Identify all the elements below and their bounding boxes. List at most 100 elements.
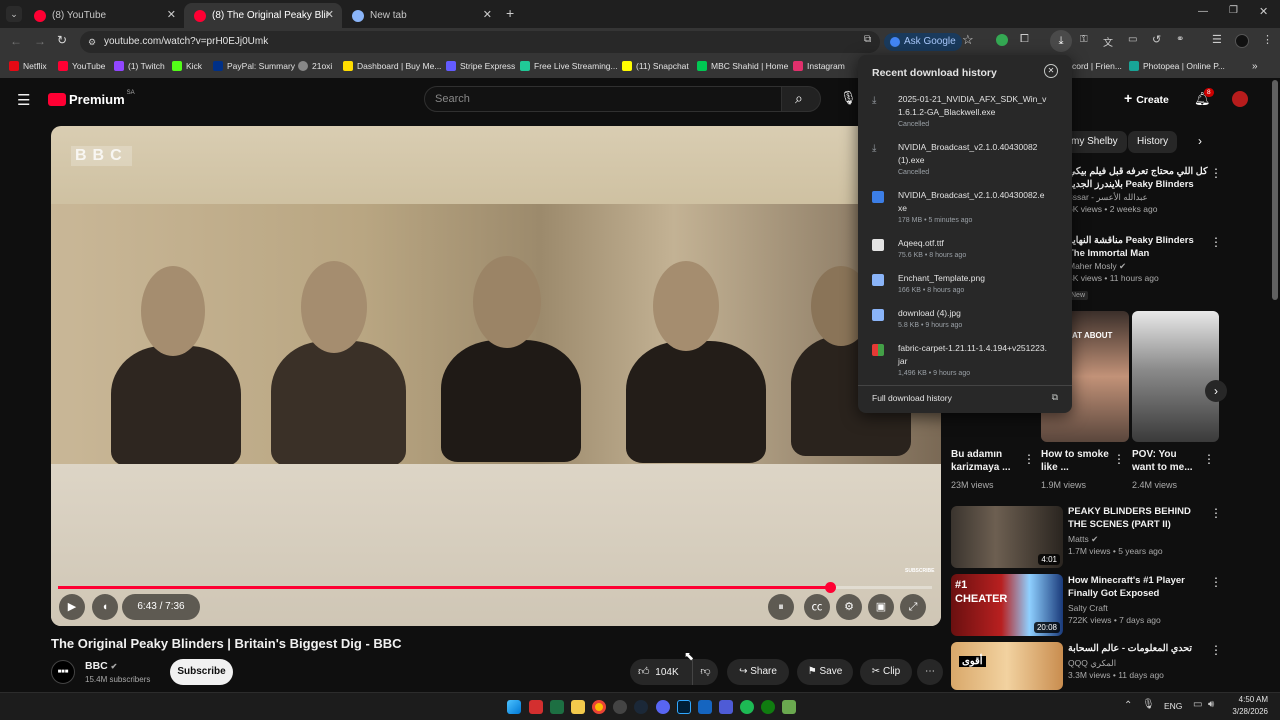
bookmark-streaming[interactable]: Free Live Streaming... xyxy=(520,61,618,71)
miniplayer-button[interactable]: ▣ xyxy=(868,594,894,620)
more-options-icon[interactable]: ⋮ xyxy=(1210,575,1222,589)
app-icon[interactable] xyxy=(698,700,712,714)
clock[interactable]: 4:50 AM 3/28/2026 xyxy=(1226,694,1268,718)
list-item[interactable]: PEAKY BLINDERS BEHIND THE SCENES (PART I… xyxy=(1068,505,1208,557)
tab-search-button[interactable]: ⌄ xyxy=(6,6,22,22)
xbox-icon[interactable] xyxy=(761,700,775,714)
page-scrollbar[interactable] xyxy=(1272,80,1278,300)
create-button[interactable]: + Create xyxy=(1124,90,1169,106)
microphone-tray-icon[interactable]: 🎙 xyxy=(1142,699,1155,710)
back-icon[interactable]: ← xyxy=(10,34,22,48)
bookmark-snapchat[interactable]: (11) Snapchat xyxy=(622,61,689,71)
list-item[interactable]: كل اللي محتاج تعرفه قبل فيلم بيكي بلايند… xyxy=(1068,165,1208,215)
list-item[interactable]: مناقشة النهاية Peaky Blinders The Immort… xyxy=(1068,234,1208,302)
obs-icon[interactable] xyxy=(613,700,627,714)
bookmarks-overflow-icon[interactable]: » xyxy=(1252,61,1258,72)
bookmark-shahid[interactable]: MBC Shahid | Home xyxy=(697,61,788,71)
short-item[interactable]: Bu adamın karizmaya ... 23M views xyxy=(951,448,1021,491)
search-button[interactable]: ⌕ xyxy=(781,86,821,112)
bookmark-star-icon[interactable]: ☆ xyxy=(962,32,974,48)
short-item[interactable]: How to smoke like ... 1.9M views xyxy=(1041,448,1111,491)
reading-list-icon[interactable]: ☰ xyxy=(1212,33,1222,46)
chevron-right-icon[interactable]: › xyxy=(1205,380,1227,402)
bookmark-stripe[interactable]: Stripe Express xyxy=(446,61,515,71)
short-item[interactable]: POV: You want to me... 2.4M views xyxy=(1132,448,1202,491)
bookmark-buymeacoffee[interactable]: Dashboard | Buy Me... xyxy=(343,61,441,71)
channel-avatar[interactable]: ■■■ xyxy=(51,660,75,684)
subscribe-overlay[interactable]: SUBSCRIBE xyxy=(905,568,934,574)
restore-button[interactable]: ❐ xyxy=(1229,5,1238,16)
save-button[interactable]: ⚑ Save xyxy=(797,659,853,685)
photoshop-icon[interactable] xyxy=(677,700,691,714)
bookmark-youtube[interactable]: YouTube xyxy=(58,61,105,71)
link-icon[interactable]: ⚭ xyxy=(1176,34,1184,45)
subtitles-button[interactable]: ㏄ xyxy=(804,594,830,620)
video-player[interactable]: BBC SUBSCRIBE xyxy=(51,126,941,626)
more-options-icon[interactable]: ⋮ xyxy=(1023,452,1035,466)
like-button[interactable]: 👍︎ 104K xyxy=(630,659,692,685)
close-icon[interactable]: ✕ xyxy=(325,8,334,21)
new-tab-button[interactable]: + xyxy=(506,5,514,21)
clip-button[interactable]: ✂ Clip xyxy=(860,659,912,685)
excel-icon[interactable] xyxy=(550,700,564,714)
tab-new-tab[interactable]: New tab ✕ xyxy=(342,3,500,28)
file-explorer-icon[interactable] xyxy=(571,700,585,714)
fullscreen-button[interactable]: ⤢ xyxy=(900,594,926,620)
short-thumbnail[interactable] xyxy=(1132,311,1219,442)
chip-history[interactable]: History xyxy=(1128,131,1178,153)
more-options-icon[interactable]: ⋮ xyxy=(1113,452,1125,466)
minimize-button[interactable]: — xyxy=(1198,6,1208,17)
notifications-button[interactable]: 🔔︎ 8 xyxy=(1194,88,1214,107)
bookmark-netflix[interactable]: Netflix xyxy=(9,61,47,71)
video-thumbnail[interactable]: أقوى xyxy=(951,642,1063,690)
close-window-button[interactable]: ✕ xyxy=(1259,5,1268,18)
microphone-icon[interactable]: 🎙 xyxy=(840,90,857,106)
settings-gear-icon[interactable]: ⚙ xyxy=(836,594,862,620)
install-icon[interactable]: ⧉ xyxy=(864,34,871,45)
tray-overflow-icon[interactable]: ⌃ xyxy=(1124,700,1132,711)
history-icon[interactable]: ↺ xyxy=(1152,33,1161,46)
autoplay-toggle[interactable]: ⏸ xyxy=(768,594,794,620)
chrome-icon[interactable] xyxy=(592,700,606,714)
list-item[interactable]: How Minecraft's #1 Player Finally Got Ex… xyxy=(1068,574,1208,626)
video-progress-bar[interactable] xyxy=(58,582,932,593)
volume-button[interactable]: ◖ xyxy=(92,594,118,620)
bookmark-discord[interactable]: cord | Frien... xyxy=(1072,61,1122,71)
close-icon[interactable]: ✕ xyxy=(1044,64,1058,78)
spotify-icon[interactable] xyxy=(740,700,754,714)
account-avatar[interactable] xyxy=(1232,91,1248,107)
password-key-icon[interactable]: ⚿ xyxy=(1080,34,1088,45)
site-info-icon[interactable]: ⚙ xyxy=(88,31,96,53)
extensions-puzzle-icon[interactable]: ⧠ xyxy=(1020,33,1029,46)
acrobat-icon[interactable] xyxy=(529,700,543,714)
more-options-icon[interactable]: ⋮ xyxy=(1203,452,1215,466)
language-indicator[interactable]: ENG xyxy=(1164,701,1182,711)
extension-icon[interactable] xyxy=(996,34,1008,46)
translate-icon[interactable]: 文 xyxy=(1103,34,1113,49)
reload-icon[interactable]: ↻ xyxy=(57,33,67,47)
video-thumbnail[interactable]: 4:01 xyxy=(951,506,1063,568)
menu-icon[interactable]: ⋮ xyxy=(1262,33,1273,46)
more-options-icon[interactable]: ⋮ xyxy=(1210,506,1222,520)
forward-icon[interactable]: → xyxy=(34,34,46,48)
video-thumbnail[interactable]: #1 CHEATER 20:08 xyxy=(951,574,1063,636)
volume-icon[interactable]: 🔊︎ xyxy=(1208,699,1214,710)
subscribe-button[interactable]: Subscribe xyxy=(170,659,233,685)
chevron-right-icon[interactable]: › xyxy=(1198,134,1202,148)
full-download-history-link[interactable]: Full download history ⧉ xyxy=(872,392,1058,403)
youtube-logo[interactable]: Premium SA xyxy=(48,90,135,107)
bookmark-21oxi[interactable]: 21oxi xyxy=(298,61,332,71)
dislike-button[interactable]: 👎︎ xyxy=(692,659,718,685)
search-input[interactable]: Search xyxy=(424,86,782,112)
channel-name[interactable]: BBC ✔ xyxy=(85,660,117,672)
tab-youtube[interactable]: (8) YouTube ✕ xyxy=(24,3,184,28)
discord-icon[interactable] xyxy=(656,700,670,714)
bookmark-paypal[interactable]: PayPal: Summary xyxy=(213,61,295,71)
more-actions-button[interactable]: ⋯ xyxy=(917,659,943,685)
steam-icon[interactable] xyxy=(634,700,648,714)
app-icon[interactable] xyxy=(719,700,733,714)
windows-start-icon[interactable] xyxy=(507,700,521,714)
profile-avatar[interactable] xyxy=(1235,34,1249,48)
bookmark-photopea[interactable]: Photopea | Online P... xyxy=(1129,61,1225,71)
more-options-icon[interactable]: ⋮ xyxy=(1210,235,1222,249)
